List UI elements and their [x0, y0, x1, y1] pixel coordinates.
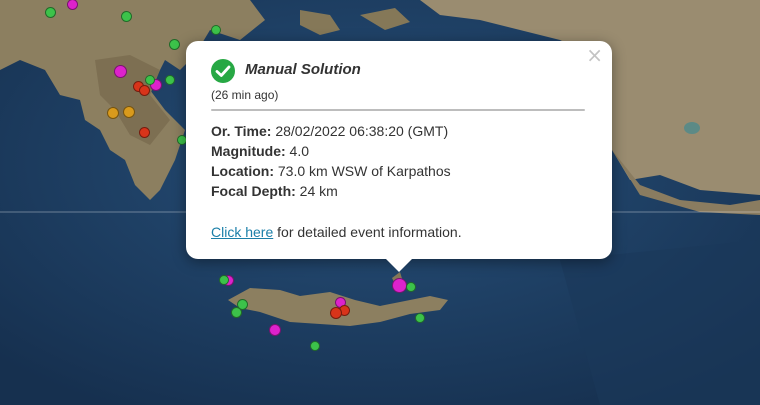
earthquake-marker[interactable] [211, 25, 221, 35]
earthquake-marker[interactable] [168, 38, 180, 50]
popup-separator [211, 109, 585, 111]
earthquake-marker[interactable] [391, 277, 407, 293]
earthquake-marker[interactable] [165, 75, 175, 85]
popup-title: Manual Solution [245, 61, 361, 78]
details-link[interactable]: Click here [211, 224, 273, 240]
time-ago: (26 min ago) [211, 88, 279, 102]
field-value: 4.0 [289, 143, 310, 159]
earthquake-marker[interactable] [145, 75, 155, 85]
earthquake-marker[interactable] [44, 6, 56, 18]
earthquake-marker[interactable] [219, 275, 229, 285]
earthquake-marker[interactable] [120, 10, 132, 22]
earthquake-marker[interactable] [113, 64, 127, 78]
earthquake-marker[interactable] [330, 307, 342, 319]
details-link-suffix: for detailed event information. [273, 224, 462, 240]
earthquake-marker[interactable] [230, 306, 242, 318]
popup-pointer [385, 258, 413, 272]
event-popup: × Manual Solution (26 min ago) Or. Time:… [186, 41, 612, 259]
field-value: 24 km [299, 183, 338, 199]
field-label: Magnitude: [211, 143, 286, 159]
earthquake-marker[interactable] [406, 282, 416, 292]
earthquake-marker[interactable] [269, 324, 281, 336]
field-label: Focal Depth: [211, 183, 296, 199]
lake [684, 122, 700, 134]
field-value: 28/02/2022 06:38:20 (GMT) [275, 123, 449, 139]
magnitude-row: Magnitude: 4.0 [211, 143, 309, 159]
location-row: Location: 73.0 km WSW of Karpathos [211, 163, 451, 179]
close-button[interactable]: × [586, 45, 603, 65]
earthquake-marker[interactable] [123, 106, 135, 118]
check-icon [211, 59, 235, 83]
earthquake-marker[interactable] [107, 107, 119, 119]
earthquake-marker[interactable] [310, 341, 320, 351]
earthquake-marker[interactable] [138, 126, 150, 138]
earthquake-marker[interactable] [66, 0, 78, 10]
field-label: Or. Time: [211, 123, 272, 139]
earthquake-marker[interactable] [415, 313, 425, 323]
field-label: Location: [211, 163, 274, 179]
origin-time-row: Or. Time: 28/02/2022 06:38:20 (GMT) [211, 123, 448, 139]
earthquake-marker[interactable] [138, 84, 150, 96]
field-value: 73.0 km WSW of Karpathos [277, 163, 451, 179]
focal-depth-row: Focal Depth: 24 km [211, 183, 338, 199]
details-row: Click here for detailed event informatio… [211, 224, 462, 240]
